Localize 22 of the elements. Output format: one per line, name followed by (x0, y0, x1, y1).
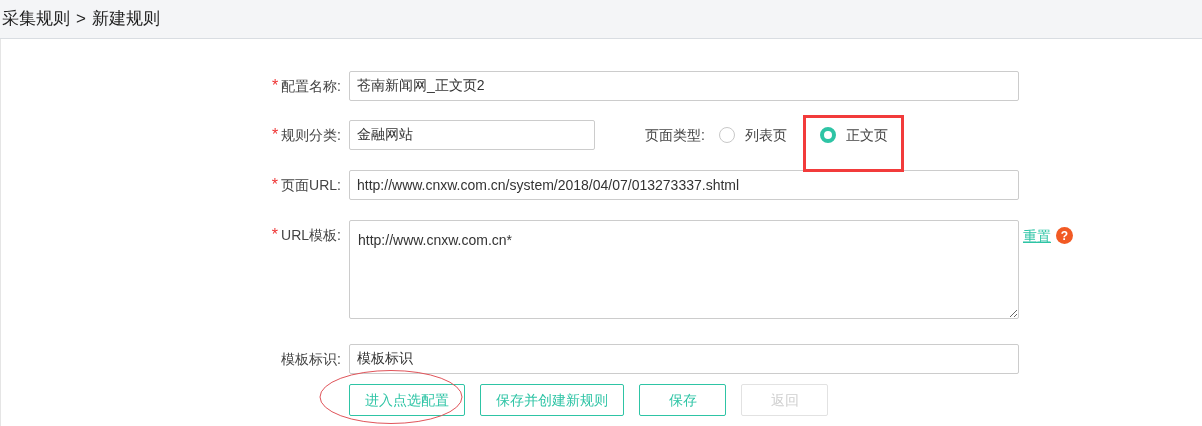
breadcrumb-separator: > (76, 8, 86, 31)
radio-button[interactable] (819, 127, 836, 143)
required-icon: * (271, 74, 279, 98)
field-label: URL模板: (281, 225, 341, 245)
template-textarea[interactable]: http://www.cnxw.com.cn* (349, 220, 1019, 319)
field-label: 页面类型: (645, 125, 705, 145)
radio-label[interactable]: 列表页 (744, 124, 787, 146)
required-icon: * (271, 173, 279, 197)
field-label: 配置名称: (281, 76, 341, 96)
breadcrumb-item[interactable]: 采集规则 (2, 6, 70, 32)
template-tag-field[interactable]: 模板标识 (349, 344, 1019, 374)
radio-label[interactable]: 正文页 (845, 124, 888, 146)
required-icon: * (271, 123, 279, 147)
field-label: 页面URL: (281, 175, 341, 195)
breadcrumb-item: 新建规则 (91, 8, 160, 31)
field-label: 模板标识: (281, 349, 341, 369)
name-field[interactable]: 苍南新闻网_正文页2 (349, 71, 1019, 101)
field-label: 规则分类: (281, 125, 341, 145)
required-icon: * (271, 223, 279, 247)
url-field[interactable]: http://www.cnxw.com.cn/system/2018/04/07/013273337.shtml (349, 170, 1019, 200)
radio-button[interactable] (718, 127, 735, 143)
category-field[interactable]: 金融网站 (349, 120, 595, 150)
